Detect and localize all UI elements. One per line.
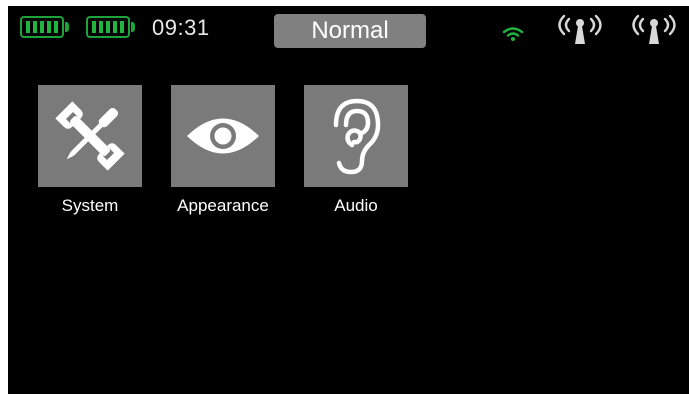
app-tile[interactable] — [171, 85, 275, 187]
battery-terminal — [65, 22, 69, 32]
clock: 09:31 — [152, 15, 210, 40]
battery-cell — [106, 21, 110, 33]
wifi-icon — [502, 27, 524, 41]
app-label: Audio — [334, 196, 378, 215]
battery-icon — [20, 14, 70, 40]
battery-cell — [47, 21, 51, 33]
app-label: System — [61, 196, 119, 215]
battery-icon — [86, 14, 136, 40]
battery-cell — [120, 21, 124, 33]
battery-cell — [99, 21, 103, 33]
eye-icon — [187, 118, 259, 154]
app-tile[interactable] — [304, 85, 408, 187]
antenna-icon — [558, 14, 602, 44]
antenna-icon — [632, 14, 676, 44]
app-tile[interactable] — [38, 85, 142, 187]
screen: 09:31 Normal System Appearance Audio — [8, 6, 689, 394]
flight-mode-badge[interactable]: Normal — [274, 14, 426, 48]
app-appearance[interactable]: Appearance — [171, 85, 275, 216]
battery-cell — [92, 21, 96, 33]
battery-terminal — [131, 22, 135, 32]
app-audio[interactable]: Audio — [304, 85, 408, 216]
wrench-screwdriver-icon — [55, 101, 125, 171]
app-system[interactable]: System — [38, 85, 142, 216]
ear-icon — [333, 98, 381, 175]
battery-body — [86, 16, 130, 38]
battery-body — [20, 16, 64, 38]
battery-cell — [33, 21, 37, 33]
battery-cell — [113, 21, 117, 33]
battery-cell — [54, 21, 58, 33]
app-label: Appearance — [177, 196, 269, 215]
battery-cell — [40, 21, 44, 33]
battery-cell — [26, 21, 30, 33]
